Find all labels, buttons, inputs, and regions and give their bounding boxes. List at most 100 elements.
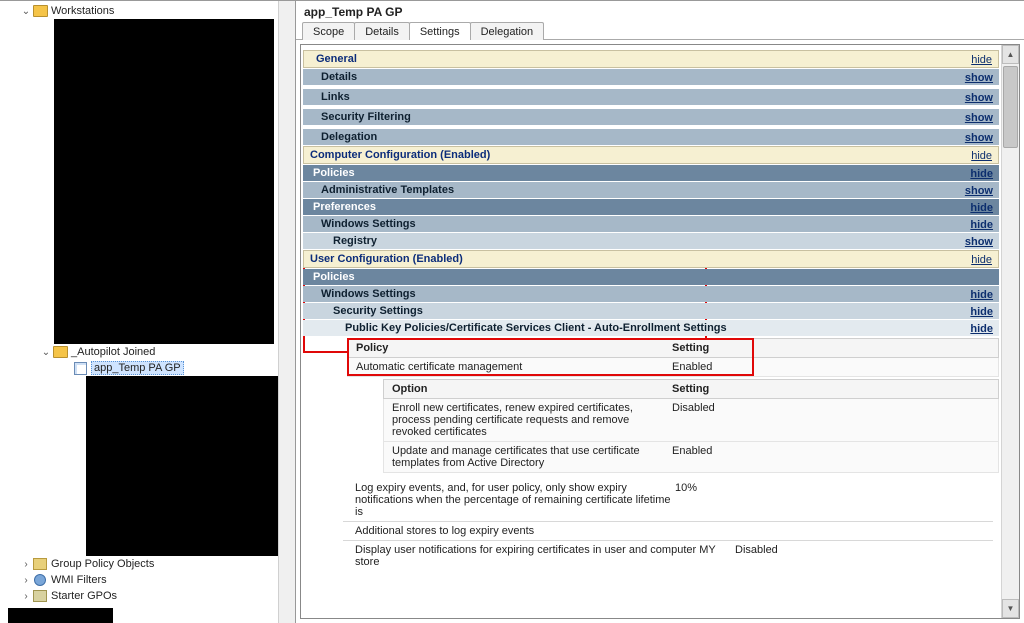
- table-row: Automatic certificate management Enabled: [347, 358, 999, 377]
- toggle-link[interactable]: hide: [970, 289, 993, 301]
- toggle-link[interactable]: hide: [970, 168, 993, 180]
- tree-node-gpo[interactable]: › Group Policy Objects: [20, 556, 295, 572]
- toggle-link[interactable]: show: [965, 112, 993, 124]
- filter-icon: [32, 573, 48, 587]
- settings-report: General hide Details show Links show Sec…: [301, 45, 1001, 618]
- toggle-link[interactable]: hide: [970, 219, 993, 231]
- tree-node-workstations[interactable]: ⌄ Workstations: [20, 3, 295, 19]
- row-policies-comp[interactable]: Policies hide: [303, 165, 999, 181]
- tree-node-apptemp[interactable]: app_Temp PA GP: [60, 360, 295, 376]
- toggle-link[interactable]: show: [965, 185, 993, 197]
- cell-option: Update and manage certificates that use …: [384, 442, 664, 472]
- tab-delegation[interactable]: Delegation: [470, 22, 545, 40]
- table-row: Update and manage certificates that use …: [383, 442, 999, 473]
- chevron-down-icon[interactable]: ⌄: [40, 347, 52, 358]
- tree-node-autopilot[interactable]: ⌄ _Autopilot Joined: [40, 344, 295, 360]
- toggle-link[interactable]: hide: [970, 323, 993, 335]
- row-title: Windows Settings: [303, 216, 999, 232]
- tree-label: Starter GPOs: [51, 590, 117, 602]
- row-admin-templates[interactable]: Administrative Templates show: [303, 182, 999, 198]
- column-header-option: Option: [384, 380, 664, 398]
- app-root: ⌄ Workstations ⌄ _Autopilot Joined: [0, 0, 1024, 623]
- info-text: Display user notifications for expiring …: [355, 544, 735, 568]
- toggle-link[interactable]: hide: [970, 202, 993, 214]
- tab-details[interactable]: Details: [354, 22, 410, 40]
- row-title: Preferences: [303, 199, 999, 215]
- chevron-down-icon[interactable]: ⌄: [20, 6, 32, 17]
- row-title: Links: [303, 89, 999, 105]
- policy-table: Policy Setting Automatic certificate man…: [347, 338, 999, 377]
- row-security-settings[interactable]: Security Settings hide: [303, 303, 999, 319]
- row-pkp[interactable]: Public Key Policies/Certificate Services…: [303, 320, 999, 336]
- tree-node-starter[interactable]: › Starter GPOs: [20, 588, 295, 604]
- toggle-link[interactable]: hide: [971, 54, 992, 66]
- tab-bar: Scope Details Settings Delegation: [296, 19, 1024, 40]
- row-title: Windows Settings: [303, 286, 999, 302]
- starter-gpo-icon: [32, 589, 48, 603]
- info-text: Log expiry events, and, for user policy,…: [355, 482, 675, 518]
- page-title: app_Temp PA GP: [296, 1, 1024, 19]
- scroll-track[interactable]: [1002, 64, 1019, 599]
- info-text: Additional stores to log expiry events: [355, 525, 675, 537]
- section-computer-configuration[interactable]: Computer Configuration (Enabled) hide: [303, 146, 999, 164]
- info-value: [675, 525, 765, 537]
- toggle-link[interactable]: show: [965, 236, 993, 248]
- row-title: Policies: [303, 165, 999, 181]
- gpo-container-icon: [32, 557, 48, 571]
- row-title: Administrative Templates: [303, 182, 999, 198]
- column-header-policy: Policy: [348, 339, 664, 357]
- tree-node-wmi[interactable]: › WMI Filters: [20, 572, 295, 588]
- cell-setting: Enabled: [664, 358, 770, 376]
- table-row: Enroll new certificates, renew expired c…: [383, 399, 999, 442]
- navigation-tree-pane: ⌄ Workstations ⌄ _Autopilot Joined: [0, 1, 296, 623]
- navigation-tree[interactable]: ⌄ Workstations ⌄ _Autopilot Joined: [0, 1, 295, 623]
- toggle-link[interactable]: show: [965, 72, 993, 84]
- row-windows-settings-comp[interactable]: Windows Settings hide: [303, 216, 999, 232]
- toggle-link[interactable]: show: [965, 132, 993, 144]
- scroll-down-button[interactable]: ▼: [1002, 599, 1019, 618]
- info-row: Log expiry events, and, for user policy,…: [347, 479, 999, 521]
- cell-policy: Automatic certificate management: [348, 358, 664, 376]
- row-delegation[interactable]: Delegation show: [303, 129, 999, 145]
- section-title: User Configuration (Enabled): [304, 251, 998, 267]
- row-preferences-comp[interactable]: Preferences hide: [303, 199, 999, 215]
- tree-label-selected: app_Temp PA GP: [91, 361, 184, 375]
- row-policies-user[interactable]: Policies: [303, 269, 999, 285]
- option-table: Option Setting Enroll new certificates, …: [383, 379, 999, 473]
- row-title: Registry: [303, 233, 999, 249]
- table-header: Policy Setting: [347, 338, 999, 358]
- toggle-link[interactable]: show: [965, 92, 993, 104]
- tree-label: Workstations: [51, 5, 114, 17]
- tree-scrollbar[interactable]: [278, 1, 295, 623]
- scroll-thumb[interactable]: [1003, 66, 1018, 148]
- section-user-configuration[interactable]: User Configuration (Enabled) hide: [303, 250, 999, 268]
- row-title: Policies: [303, 269, 999, 285]
- gpo-link-icon: [72, 361, 88, 375]
- info-value: Disabled: [735, 544, 825, 568]
- table-header: Option Setting: [383, 379, 999, 399]
- column-header-setting: Setting: [664, 339, 770, 357]
- toggle-link[interactable]: hide: [970, 306, 993, 318]
- chevron-right-icon[interactable]: ›: [20, 591, 32, 602]
- tree-label: Group Policy Objects: [51, 558, 154, 570]
- row-details[interactable]: Details show: [303, 69, 999, 85]
- section-general[interactable]: General hide: [303, 50, 999, 68]
- row-registry[interactable]: Registry show: [303, 233, 999, 249]
- details-pane: app_Temp PA GP Scope Details Settings De…: [296, 1, 1024, 623]
- tree-label: WMI Filters: [51, 574, 107, 586]
- tab-scope[interactable]: Scope: [302, 22, 355, 40]
- row-title: Details: [303, 69, 999, 85]
- toggle-link[interactable]: hide: [971, 254, 992, 266]
- section-title: General: [304, 51, 998, 67]
- chevron-right-icon[interactable]: ›: [20, 559, 32, 570]
- vertical-scrollbar[interactable]: ▲ ▼: [1001, 45, 1019, 618]
- section-title: Computer Configuration (Enabled): [304, 147, 998, 163]
- row-security-filtering[interactable]: Security Filtering show: [303, 109, 999, 125]
- row-windows-settings-user[interactable]: Windows Settings hide: [303, 286, 999, 302]
- row-links[interactable]: Links show: [303, 89, 999, 105]
- toggle-link[interactable]: hide: [971, 150, 992, 162]
- chevron-right-icon[interactable]: ›: [20, 575, 32, 586]
- folder-icon: [52, 345, 68, 359]
- scroll-up-button[interactable]: ▲: [1002, 45, 1019, 64]
- tab-settings[interactable]: Settings: [409, 22, 471, 40]
